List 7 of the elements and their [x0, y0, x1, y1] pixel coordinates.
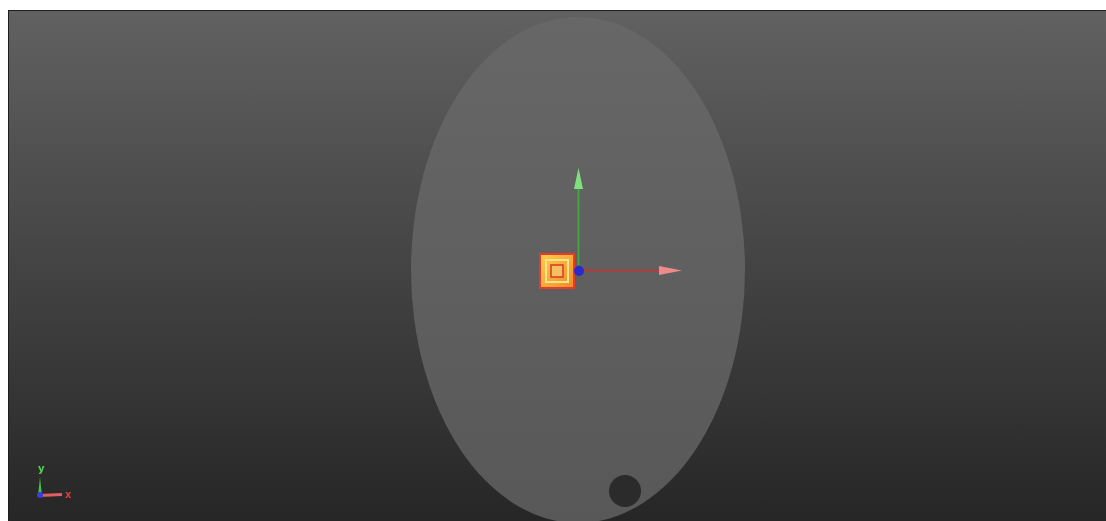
x-axis-arrow[interactable] [583, 266, 682, 275]
y-axis-arrow[interactable] [574, 168, 583, 266]
axis-label: y [38, 463, 45, 474]
axis-label: x [65, 489, 72, 500]
origin-handle[interactable] [574, 266, 584, 276]
hole-shape[interactable] [609, 475, 641, 507]
pivot-marker-icon[interactable] [539, 253, 575, 289]
